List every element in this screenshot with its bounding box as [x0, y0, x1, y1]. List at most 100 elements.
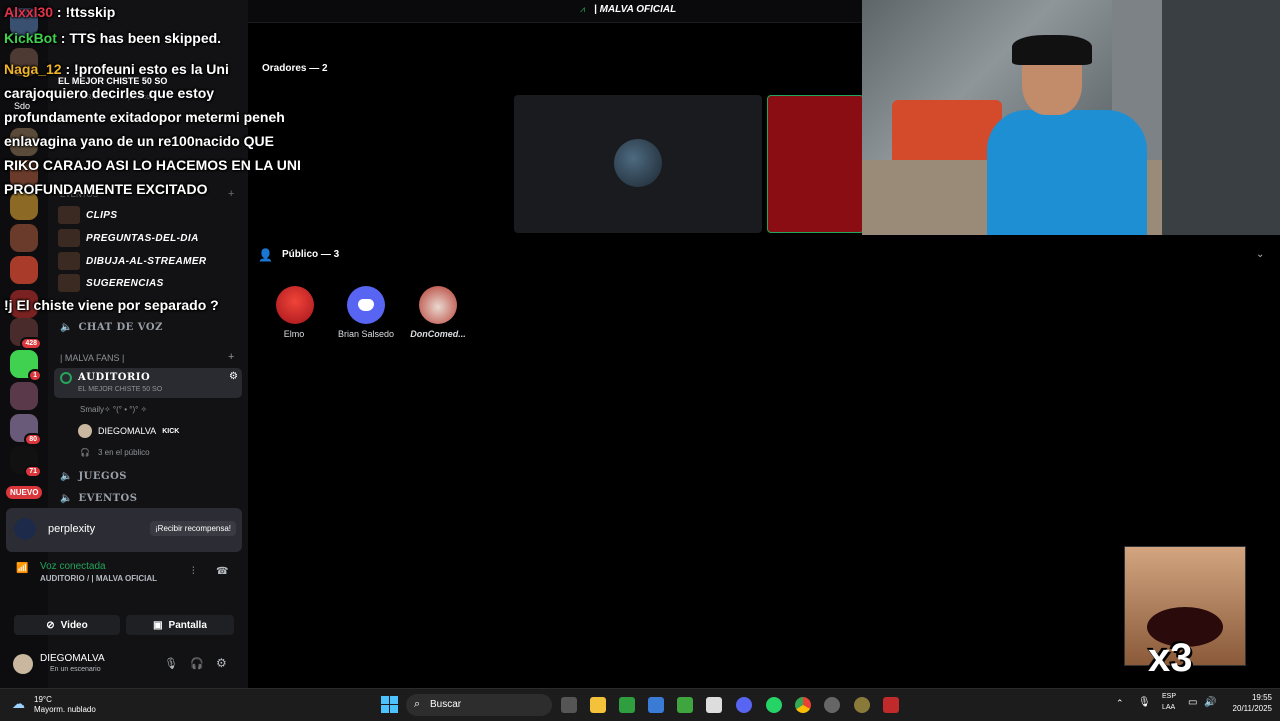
- perplexity-logo-icon: [14, 518, 36, 540]
- screen-share-icon: ▣: [153, 619, 163, 631]
- channel-dibuja-label: DIBUJA-AL-STREAMER: [86, 255, 207, 267]
- person-hair: [1012, 35, 1092, 65]
- stage-icon: ⩘: [580, 4, 586, 14]
- meme-caption: x3: [1148, 636, 1193, 680]
- store-icon[interactable]: [648, 697, 664, 713]
- app-icon[interactable]: [883, 697, 899, 713]
- audience-avatar-doncomed[interactable]: [419, 286, 457, 324]
- discord-icon[interactable]: [736, 697, 752, 713]
- add-channel-icon[interactable]: +: [228, 188, 234, 200]
- audience-name: DonComed...: [410, 329, 466, 339]
- chat-text: PROFUNDAMENTE EXCITADO: [4, 181, 208, 197]
- promo-brand: perplexity: [48, 523, 96, 535]
- lang-layout[interactable]: LAA: [1162, 704, 1175, 711]
- voice-status: Voz conectada: [40, 561, 106, 572]
- channel-auditorio[interactable]: AUDITORIO EL MEJOR CHISTE 50 SO ⚙: [54, 368, 242, 398]
- audience-avatar-brian[interactable]: [347, 286, 385, 324]
- chat-message: carajoquiero decirles que estoy: [4, 81, 214, 105]
- xbox-icon[interactable]: [619, 697, 635, 713]
- channel-title: | MALVA OFICIAL: [594, 4, 677, 15]
- start-icon[interactable]: [381, 696, 398, 713]
- speaker-avatar: [614, 139, 662, 187]
- speaker-tile-1[interactable]: [514, 95, 762, 233]
- chat-message: PROFUNDAMENTE EXCITADO: [4, 177, 208, 201]
- category-fans[interactable]: | MALVA FANS |: [60, 353, 124, 363]
- clock-date[interactable]: 20/11/2025: [1224, 704, 1272, 713]
- server-icon[interactable]: 71: [10, 446, 42, 478]
- video-button[interactable]: ⊘ Video: [14, 615, 120, 635]
- voice-location[interactable]: AUDITORIO / | MALVA OFICIAL: [40, 574, 157, 583]
- server-icon[interactable]: [10, 224, 38, 252]
- kick-badge: KICK: [162, 427, 180, 435]
- audience-name: Elmo: [283, 329, 305, 339]
- tray-chevron-icon[interactable]: ⌃: [1116, 698, 1124, 709]
- channel-voice-chat[interactable]: 🔈 CHAT DE VOZ: [60, 322, 163, 333]
- server-icon[interactable]: [10, 256, 38, 284]
- auditorio-label: AUDITORIO: [78, 372, 151, 383]
- signal-icon: 📶: [16, 563, 29, 574]
- channel-preguntas[interactable]: PREGUNTAS-DEL-DIA: [58, 229, 199, 247]
- settings-gear-icon[interactable]: ⚙: [216, 656, 227, 670]
- add-channel-icon[interactable]: +: [228, 351, 234, 363]
- member-name: DIEGOMALVA: [98, 426, 157, 436]
- discord-logo-icon: [358, 299, 374, 311]
- chat-message: !j El chiste viene por separado ?: [4, 293, 219, 317]
- public-count-label: 3 en el público: [97, 448, 150, 457]
- disconnect-icon[interactable]: ☎: [216, 566, 228, 577]
- steam-icon[interactable]: [824, 697, 840, 713]
- chat-username: KickBot: [4, 30, 57, 46]
- channel-dibuja[interactable]: DIBUJA-AL-STREAMER: [58, 252, 207, 270]
- channel-clips[interactable]: CLIPS: [58, 206, 117, 224]
- weather-icon[interactable]: ☁: [12, 696, 30, 712]
- speaker-tile-2[interactable]: [767, 95, 864, 233]
- chat-text: RIKO CARAJO ASI LO HACEMOS EN LA UNI: [4, 157, 301, 173]
- server-icon[interactable]: [10, 382, 38, 410]
- collapse-chevron-icon[interactable]: ⌄: [1256, 249, 1264, 260]
- minecraft-icon[interactable]: [677, 697, 693, 713]
- member-diegomalva[interactable]: DIEGOMALVA KICK: [78, 424, 179, 438]
- microphone-icon[interactable]: 🎙: [1138, 697, 1151, 708]
- kick-server-icon[interactable]: 1: [10, 350, 42, 382]
- claim-reward-button[interactable]: ¡Recibir recompensa!: [150, 521, 237, 536]
- channel-thumb: [58, 206, 80, 224]
- speakers-header: Oradores — 2: [262, 63, 328, 74]
- audience-avatar-elmo[interactable]: [276, 286, 314, 324]
- microphone-icon[interactable]: 🎙: [164, 657, 178, 670]
- network-icon[interactable]: ▭: [1188, 697, 1197, 708]
- perplexity-promo[interactable]: perplexity ¡Recibir recompensa!: [6, 508, 242, 552]
- channel-juegos[interactable]: 🔈 JUEGOS: [60, 471, 127, 482]
- user-panel: perplexity ¡Recibir recompensa! 📶 Voz co…: [6, 508, 242, 688]
- search-icon: ⌕: [414, 698, 421, 710]
- clock-time[interactable]: 19:55: [1232, 693, 1272, 702]
- member-smaily[interactable]: Smaily✧ °(° • °)° ✧: [80, 405, 147, 414]
- person-icon: 👤: [258, 248, 273, 262]
- app-icon[interactable]: [854, 697, 870, 713]
- chrome-icon[interactable]: [795, 697, 811, 713]
- whatsapp-icon[interactable]: [766, 697, 782, 713]
- roblox-icon[interactable]: [706, 697, 722, 713]
- audience-header: Público — 3: [282, 249, 340, 260]
- channel-thumb: [58, 252, 80, 270]
- server-icon[interactable]: 428: [10, 318, 42, 350]
- headphones-icon[interactable]: 🎧: [190, 657, 204, 670]
- channel-sugerencias-label: SUGERENCIAS: [86, 277, 164, 289]
- avatar[interactable]: [13, 654, 33, 674]
- channel-eventos[interactable]: 🔈 EVENTOS: [60, 493, 137, 504]
- server-icon[interactable]: 80: [10, 414, 42, 446]
- task-view-icon[interactable]: [561, 697, 577, 713]
- chat-text: !profeuni esto es la Uni: [74, 61, 229, 77]
- file-explorer-icon[interactable]: [590, 697, 606, 713]
- chat-message: profundamente exitadopor metermi peneh: [4, 105, 285, 129]
- juegos-label: JUEGOS: [78, 471, 127, 482]
- lang-code[interactable]: ESP: [1162, 693, 1176, 700]
- unread-badge: 80: [24, 433, 42, 446]
- volume-icon[interactable]: 🔊: [1204, 697, 1216, 708]
- channel-sugerencias[interactable]: SUGERENCIAS: [58, 274, 164, 292]
- search-box[interactable]: ⌕ Buscar: [406, 694, 552, 716]
- new-badge: NUEVO: [6, 486, 43, 499]
- chat-text: !ttsskip: [65, 4, 116, 20]
- settings-gear-icon[interactable]: ⚙: [229, 371, 238, 382]
- soundboard-icon[interactable]: ⫶: [192, 566, 195, 577]
- audience-name: Brian Salsedo: [337, 329, 395, 339]
- screen-share-button[interactable]: ▣ Pantalla: [126, 615, 234, 635]
